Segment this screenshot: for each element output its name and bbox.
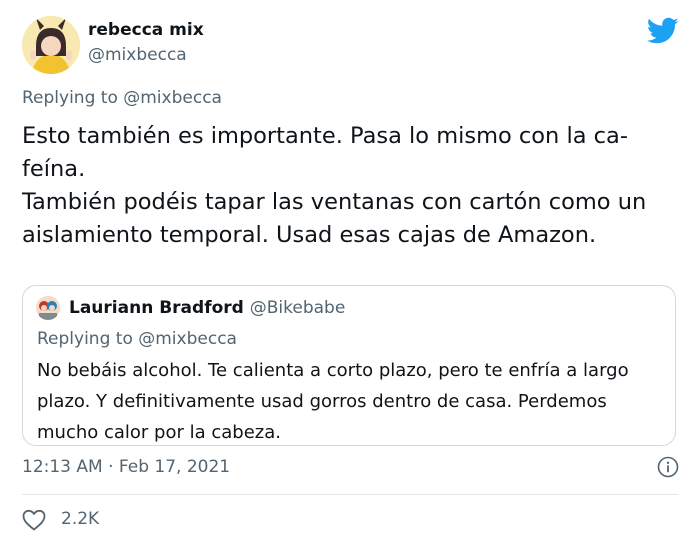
author-avatar[interactable]	[22, 16, 80, 74]
quoted-body: No bebáis alcohol. Te calienta a corto p…	[37, 355, 677, 448]
quoted-author: Lauriann Bradford @Bikebabe	[69, 298, 345, 318]
like-count: 2.2K	[61, 509, 100, 529]
quoted-replying-prefix: Replying to	[37, 329, 139, 349]
tweet-body-line: aislamiento temporal. Usad esas cajas de…	[22, 222, 597, 248]
quoted-body-line: plazo. Y definitivamente usad gorros den…	[37, 391, 607, 412]
author-name[interactable]: rebecca mix	[88, 20, 204, 40]
divider	[22, 494, 678, 495]
tweet-body-line: También podéis tapar las ventanas con ca…	[22, 189, 647, 215]
quoted-body-line: No bebáis alcohol. Te calienta a corto p…	[37, 360, 629, 381]
quoted-tweet[interactable]: Lauriann Bradford @Bikebabe Replying to …	[22, 285, 676, 446]
tweet-body: Esto también es importante. Pasa lo mism…	[22, 120, 694, 252]
replying-prefix: Replying to	[22, 88, 124, 108]
tweet-body-line: feína.	[22, 156, 86, 182]
author-handle[interactable]: @mixbecca	[88, 45, 187, 65]
tweet-body-line: Esto también es importante. Pasa lo mism…	[22, 123, 628, 149]
replying-to-mention[interactable]: @mixbecca	[123, 88, 222, 108]
quoted-author-avatar	[36, 296, 60, 320]
quoted-author-handle: @Bikebabe	[249, 298, 346, 318]
replying-to: Replying to @mixbecca	[22, 88, 222, 108]
twitter-bird-icon[interactable]	[647, 17, 679, 45]
quoted-body-line: mucho calor por la cabeza.	[37, 422, 281, 443]
heart-icon[interactable]	[22, 509, 46, 531]
info-icon[interactable]	[657, 456, 679, 478]
quoted-replying-to: Replying to @mixbecca	[37, 329, 237, 349]
quoted-replying-to-mention: @mixbecca	[138, 329, 237, 349]
tweet-timestamp[interactable]: 12:13 AM · Feb 17, 2021	[22, 457, 230, 477]
quoted-author-name: Lauriann Bradford	[69, 298, 244, 318]
